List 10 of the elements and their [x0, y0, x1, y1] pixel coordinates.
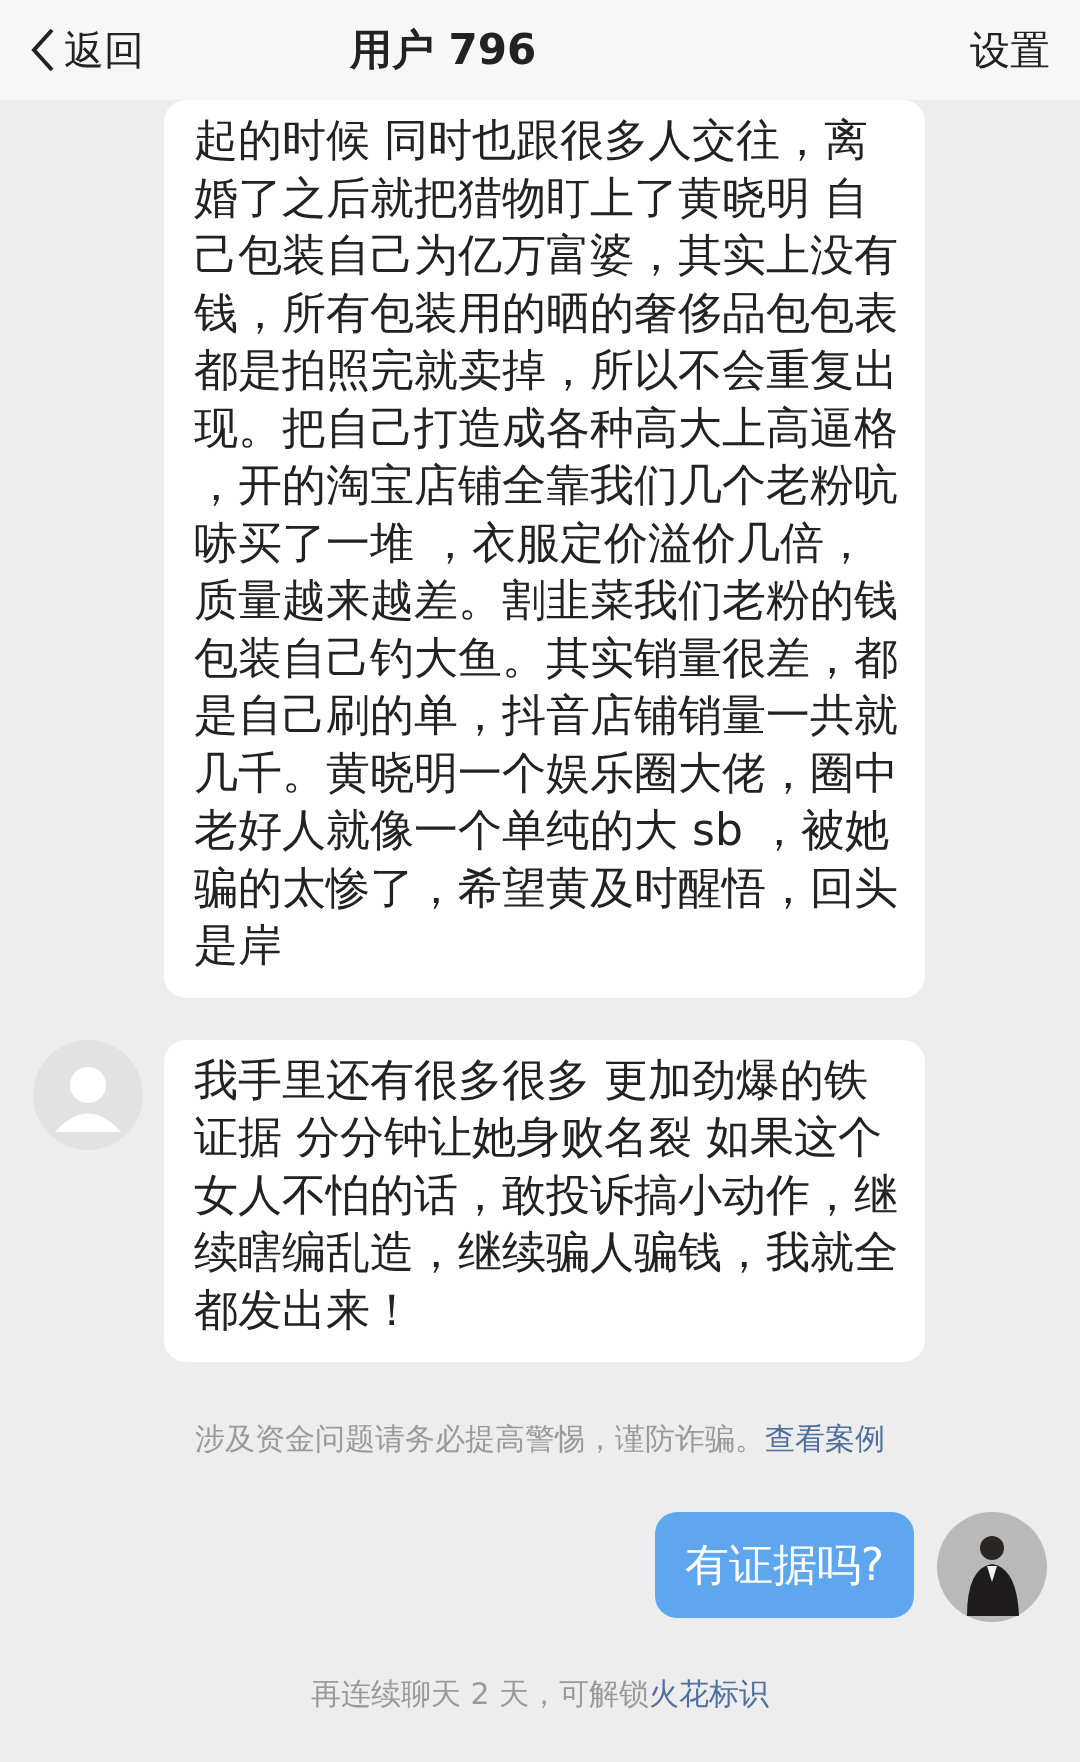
- settings-button[interactable]: 设置: [970, 22, 1050, 78]
- message-bubble: 有证据吗?: [654, 1512, 914, 1618]
- message-bubble: 起的时候 同时也跟很多人交往，离婚了之后就把猎物盯上了黄晓明 自己包装自己为亿万富婆，其实上没有钱，所有包装用的晒的奢侈品包包表都是拍照完就卖掉，所以不会重复出现。把自己打造成各种高大上高逼格，开的淘宝店铺全靠我们几个老粉吭哧买了一堆 ，衣服定价溢价几倍，质量越来越差。割韭菜我们老粉的钱包装自己钓大鱼。其实销量很差，都是自己刷的单，抖音店铺销量一共就几千。黄晓明一个娱乐圈大佬，圈中老好人就像一个单纯的大 sb ，被她骗的太惨了，希望黄及时醒悟，回头是岸: [164, 100, 925, 998]
- message-bubble: 我手里还有很多很多 更加劲爆的铁证据 分分钟让她身败名裂 如果这个女人不怕的话，敢投诉搞小动作，继续瞎编乱造，继续骗人骗钱，我就全都发出来！: [164, 1039, 925, 1362]
- notice-link[interactable]: 火花标识: [649, 1676, 770, 1711]
- back-button[interactable]: 返回: [28, 22, 144, 78]
- notice-link[interactable]: 查看案例: [765, 1421, 885, 1456]
- chat-title: 用户 796: [350, 24, 537, 76]
- notice-text: 涉及资金问题请务必提高警惕，谨防诈骗。查看案例: [195, 1420, 885, 1458]
- notice-text: 再连续聊天 2 天，可解锁火花标识: [310, 1675, 770, 1713]
